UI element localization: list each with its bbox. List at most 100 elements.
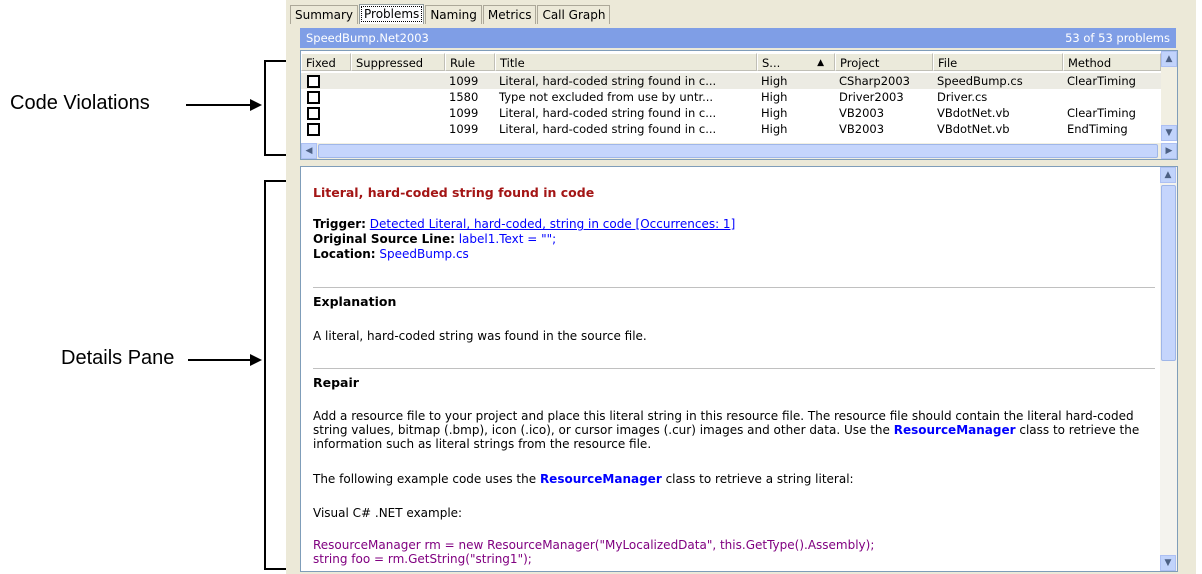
severity-cell: High — [761, 122, 788, 136]
violations-grid: Fixed Suppressed Rule Title S... ▲ Projec… — [300, 50, 1178, 160]
column-header-label: Method — [1068, 56, 1112, 70]
source-line: Original Source Line: label1.Text = ""; — [313, 232, 556, 246]
suppressed-cell — [351, 73, 445, 89]
code-violations-arrow — [186, 104, 250, 106]
scroll-down-icon[interactable]: ▼ — [1160, 555, 1176, 571]
code-violations-label: Code Violations — [10, 92, 150, 114]
project-cell: VB2003 — [839, 122, 885, 136]
tab-summary-label: Summary — [295, 8, 353, 22]
rule-cell: 1580 — [449, 90, 479, 104]
analysis-window: Summary Problems Naming Metrics Call Gra… — [286, 0, 1196, 574]
explanation-heading: Explanation — [313, 294, 397, 309]
column-header-label: Suppressed — [356, 56, 424, 70]
example-label: Visual C# .NET example: — [313, 506, 463, 520]
column-header-project[interactable]: Project — [835, 53, 933, 71]
problems-header-bar: SpeedBump.Net2003 53 of 53 problems — [300, 28, 1176, 48]
divider — [313, 368, 1155, 369]
suppressed-cell — [351, 89, 445, 105]
explanation-text: A literal, hard-coded string was found i… — [313, 329, 647, 343]
table-row[interactable]: 1099 Literal, hard-coded string found in… — [301, 121, 1161, 137]
details-pane: Literal, hard-coded string found in code… — [300, 166, 1178, 572]
project-cell: Driver2003 — [839, 90, 904, 104]
grid-horizontal-scrollbar[interactable]: ◀ ▶ — [301, 143, 1177, 159]
fixed-cell — [301, 89, 351, 105]
column-header-suppressed[interactable]: Suppressed — [351, 53, 445, 71]
details-scroll-thumb[interactable] — [1161, 185, 1176, 361]
column-header-label: File — [938, 56, 958, 70]
repair-text: The following example code uses the — [313, 472, 540, 486]
location-value: SpeedBump.cs — [379, 247, 469, 261]
column-header-file[interactable]: File — [933, 53, 1063, 71]
trigger-label: Trigger: — [313, 217, 366, 231]
method-cell: ClearTiming — [1067, 74, 1136, 88]
grid-vertical-scrollbar[interactable]: ▲ ▼ — [1161, 51, 1177, 141]
trigger-link[interactable]: Detected Literal, hard-coded, string in … — [370, 217, 735, 231]
column-header-fixed[interactable]: Fixed — [301, 53, 351, 71]
tab-summary[interactable]: Summary — [290, 5, 358, 24]
fixed-checkbox[interactable] — [307, 75, 320, 88]
column-header-title[interactable]: Title — [495, 53, 757, 71]
suppressed-cell — [351, 105, 445, 121]
tab-problems-label: Problems — [364, 7, 420, 21]
column-header-label: Title — [500, 56, 525, 70]
grid-rows: 1099 Literal, hard-coded string found in… — [301, 73, 1161, 137]
scroll-right-icon[interactable]: ▶ — [1161, 143, 1177, 159]
details-pane-arrowhead — [250, 354, 262, 366]
tab-naming[interactable]: Naming — [425, 5, 482, 24]
repair-paragraph-1: Add a resource file to your project and … — [313, 409, 1155, 451]
method-cell: EndTiming — [1067, 122, 1128, 136]
tab-naming-label: Naming — [430, 8, 477, 22]
details-vertical-scrollbar[interactable]: ▲ ▼ — [1160, 167, 1177, 571]
tab-call-graph[interactable]: Call Graph — [537, 5, 611, 24]
severity-cell: High — [761, 106, 788, 120]
scroll-left-icon[interactable]: ◀ — [301, 143, 317, 159]
scroll-up-icon[interactable]: ▲ — [1160, 167, 1176, 183]
rule-cell: 1099 — [449, 74, 479, 88]
source-value: label1.Text = ""; — [458, 232, 557, 246]
repair-heading: Repair — [313, 375, 359, 390]
divider — [313, 287, 1155, 288]
column-header-label: S... — [762, 56, 781, 70]
tab-call-graph-label: Call Graph — [542, 8, 606, 22]
tab-strip: Summary Problems Naming Metrics Call Gra… — [290, 4, 611, 24]
tab-problems[interactable]: Problems — [359, 4, 425, 24]
grid-horizontal-thumb[interactable] — [318, 144, 1158, 158]
fixed-checkbox[interactable] — [307, 123, 320, 136]
repair-text: class to retrieve a string literal: — [661, 472, 854, 486]
source-label: Original Source Line: — [313, 232, 455, 246]
suppressed-cell — [351, 121, 445, 137]
table-row[interactable]: 1099 Literal, hard-coded string found in… — [301, 105, 1161, 121]
table-row[interactable]: 1099 Literal, hard-coded string found in… — [301, 73, 1161, 89]
table-row[interactable]: 1580 Type not excluded from use by untr.… — [301, 89, 1161, 105]
severity-cell: High — [761, 74, 788, 88]
column-header-rule[interactable]: Rule — [445, 53, 495, 71]
grid-scroll-track[interactable] — [1161, 67, 1177, 125]
title-cell: Literal, hard-coded string found in c... — [499, 122, 717, 136]
column-header-label: Project — [840, 56, 880, 70]
code-line-1: ResourceManager rm = new ResourceManager… — [313, 538, 875, 552]
fixed-cell — [301, 105, 351, 121]
code-line-2: string foo = rm.GetString("string1"); — [313, 552, 532, 566]
scroll-up-icon[interactable]: ▲ — [1161, 51, 1177, 67]
fixed-checkbox[interactable] — [307, 91, 320, 104]
location-label: Location: — [313, 247, 376, 261]
project-cell: VB2003 — [839, 106, 885, 120]
scroll-down-icon[interactable]: ▼ — [1161, 125, 1177, 141]
column-header-severity[interactable]: S... ▲ — [757, 53, 835, 71]
resource-manager-keyword: ResourceManager — [893, 423, 1016, 437]
resource-manager-keyword: ResourceManager — [539, 472, 662, 486]
fixed-checkbox[interactable] — [307, 107, 320, 120]
rule-cell: 1099 — [449, 106, 479, 120]
column-header-method[interactable]: Method — [1063, 53, 1161, 71]
title-cell: Literal, hard-coded string found in c... — [499, 106, 717, 120]
title-cell: Literal, hard-coded string found in c... — [499, 74, 717, 88]
tab-metrics[interactable]: Metrics — [482, 5, 537, 24]
column-header-label: Fixed — [306, 56, 336, 70]
method-cell: ClearTiming — [1067, 106, 1136, 120]
fixed-cell — [301, 121, 351, 137]
trigger-line: Trigger: Detected Literal, hard-coded, s… — [313, 217, 735, 231]
grid-header: Fixed Suppressed Rule Title S... ▲ Projec… — [301, 53, 1161, 73]
details-pane-label: Details Pane — [61, 347, 175, 369]
details-pane-arrow — [188, 359, 250, 361]
file-cell: VBdotNet.vb — [937, 122, 1010, 136]
